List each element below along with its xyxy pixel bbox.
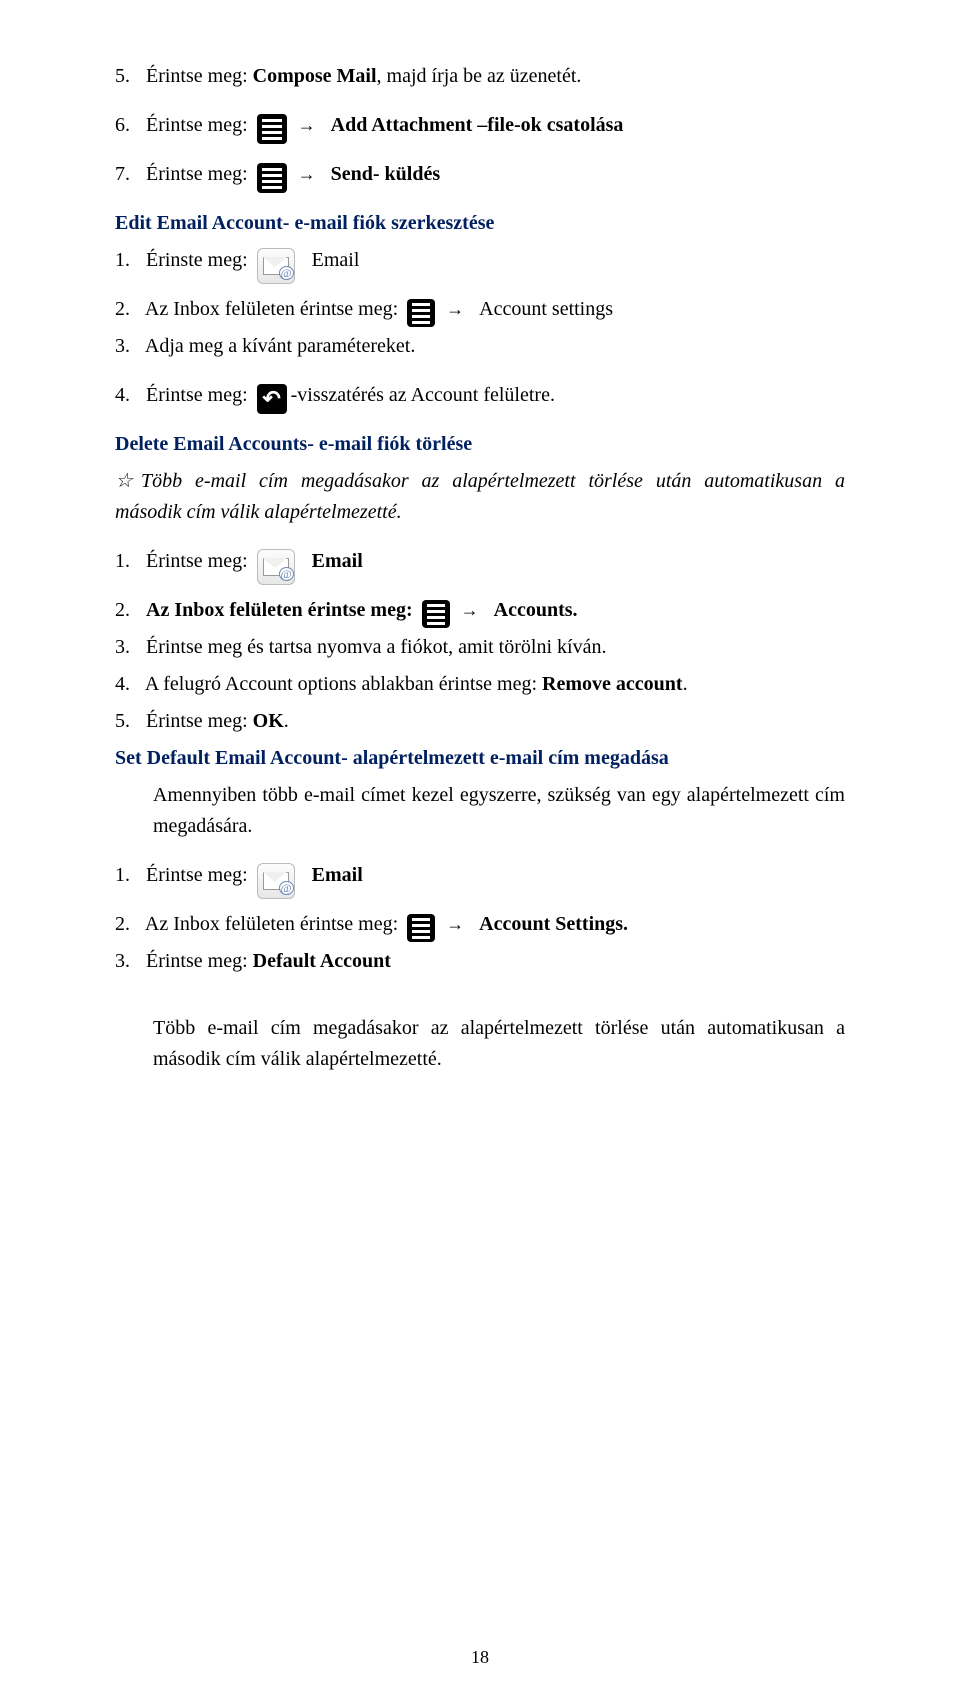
menu-icon bbox=[407, 914, 435, 942]
step-number: 2. bbox=[115, 909, 141, 940]
step-number: 2. bbox=[115, 595, 141, 626]
step-text-pre: Érintse meg: bbox=[146, 65, 253, 87]
step-6: 6. Érintse meg: → Add Attachment –file-o… bbox=[115, 110, 845, 141]
arrow-icon: → bbox=[444, 914, 466, 934]
delete-step-3: 3. Érintse meg és tartsa nyomva a fiókot… bbox=[115, 632, 845, 663]
arrow-icon: → bbox=[459, 600, 481, 620]
delete-step-2: 2. Az Inbox felületen érintse meg: → Acc… bbox=[115, 595, 845, 626]
step-number: 1. bbox=[115, 245, 141, 276]
step-text-pre: Érintse meg: bbox=[146, 114, 248, 136]
step-text-pre: Az Inbox felületen érintse meg: bbox=[145, 298, 398, 320]
step-text-pre: Érintse meg: bbox=[146, 384, 248, 406]
mail-icon bbox=[257, 549, 295, 585]
delete-step-1: 1. Érintse meg: Email bbox=[115, 546, 845, 577]
step-text-after: Add Attachment –file-ok csatolása bbox=[331, 114, 624, 136]
menu-icon bbox=[422, 600, 450, 628]
edit-step-2: 2. Az Inbox felületen érintse meg: → Acc… bbox=[115, 294, 845, 325]
section-heading-edit: Edit Email Account- e-mail fiók szerkesz… bbox=[115, 208, 845, 239]
step-number: 3. bbox=[115, 946, 141, 977]
step-text-pre: A felugró Account options ablakban érint… bbox=[145, 673, 542, 695]
menu-icon bbox=[257, 114, 287, 144]
section-heading-default: Set Default Email Account- alapértelmeze… bbox=[115, 743, 845, 774]
step-7: 7. Érintse meg: → Send- küldés bbox=[115, 159, 845, 190]
default-step-2: 2. Az Inbox felületen érintse meg: → Acc… bbox=[115, 909, 845, 940]
step-number: 3. bbox=[115, 331, 141, 362]
default-intro: Amennyiben több e-mail címet kezel egysz… bbox=[153, 780, 845, 842]
step-text-bold: Default Account bbox=[253, 950, 391, 972]
step-text-pre: Érintse meg: bbox=[146, 550, 248, 572]
step-text-after: Email bbox=[312, 249, 360, 271]
step-text-pre: Érintse meg: bbox=[146, 163, 248, 185]
step-text-pre: Érintse meg: bbox=[146, 950, 253, 972]
page-number: 18 bbox=[0, 1644, 960, 1672]
step-text-after: Email bbox=[312, 864, 363, 886]
delete-step-4: 4. A felugró Account options ablakban ér… bbox=[115, 669, 845, 700]
step-number: 1. bbox=[115, 860, 141, 891]
step-text-post: . bbox=[284, 710, 289, 732]
arrow-icon: → bbox=[296, 115, 318, 135]
mail-icon bbox=[257, 248, 295, 284]
step-number: 6. bbox=[115, 110, 141, 141]
document-page: 5. Érintse meg: Compose Mail, majd írja … bbox=[0, 0, 960, 1702]
step-number: 4. bbox=[115, 380, 141, 411]
edit-step-1: 1. Érinste meg: Email bbox=[115, 245, 845, 276]
step-text-after: Send- küldés bbox=[331, 163, 441, 185]
step-text-pre: Az Inbox felületen érintse meg: bbox=[146, 599, 413, 621]
back-icon: ↶ bbox=[257, 384, 287, 414]
step-text-after: Accounts. bbox=[494, 599, 578, 621]
step-text-pre: Érinste meg: bbox=[146, 249, 248, 271]
step-text-pre: Az Inbox felületen érintse meg: bbox=[145, 913, 398, 935]
delete-step-5: 5. Érintse meg: OK. bbox=[115, 706, 845, 737]
default-step-3: 3. Érintse meg: Default Account bbox=[115, 946, 845, 977]
delete-note: ☆Több e-mail cím megadásakor az alapérte… bbox=[115, 466, 845, 528]
step-text-after: Account settings bbox=[479, 298, 613, 320]
note-text: Több e-mail cím megadásakor az alapértel… bbox=[115, 470, 845, 523]
step-text-bold: OK bbox=[253, 710, 284, 732]
step-text: Érintse meg és tartsa nyomva a fiókot, a… bbox=[146, 636, 606, 658]
menu-icon bbox=[407, 299, 435, 327]
mail-icon bbox=[257, 863, 295, 899]
step-text-post: , majd írja be az üzenetét. bbox=[377, 65, 582, 87]
step-text-bold: Compose Mail bbox=[253, 65, 377, 87]
step-number: 2. bbox=[115, 294, 141, 325]
step-text-after: Email bbox=[312, 550, 363, 572]
step-text-pre: Érintse meg: bbox=[146, 864, 248, 886]
step-text-bold: Remove account bbox=[542, 673, 683, 695]
edit-step-4: 4. Érintse meg: ↶-visszatérés az Account… bbox=[115, 380, 845, 411]
section-heading-delete: Delete Email Accounts- e-mail fiók törlé… bbox=[115, 429, 845, 460]
step-text-pre: Érintse meg: bbox=[146, 710, 253, 732]
step-number: 3. bbox=[115, 632, 141, 663]
default-closing: Több e-mail cím megadásakor az alapértel… bbox=[153, 1013, 845, 1075]
step-5: 5. Érintse meg: Compose Mail, majd írja … bbox=[115, 61, 845, 92]
edit-step-3: 3. Adja meg a kívánt paramétereket. bbox=[115, 331, 845, 362]
step-text-after: Account Settings. bbox=[479, 913, 628, 935]
step-text: Adja meg a kívánt paramétereket. bbox=[145, 335, 415, 357]
menu-icon bbox=[257, 163, 287, 193]
arrow-icon: → bbox=[444, 299, 466, 319]
step-number: 4. bbox=[115, 669, 141, 700]
step-number: 1. bbox=[115, 546, 141, 577]
arrow-icon: → bbox=[296, 164, 318, 184]
step-text-post: . bbox=[683, 673, 688, 695]
star-icon: ☆ bbox=[115, 466, 141, 497]
step-text-after: -visszatérés az Account felületre. bbox=[291, 384, 555, 406]
step-number: 7. bbox=[115, 159, 141, 190]
step-number: 5. bbox=[115, 706, 141, 737]
default-step-1: 1. Érintse meg: Email bbox=[115, 860, 845, 891]
step-number: 5. bbox=[115, 61, 141, 92]
